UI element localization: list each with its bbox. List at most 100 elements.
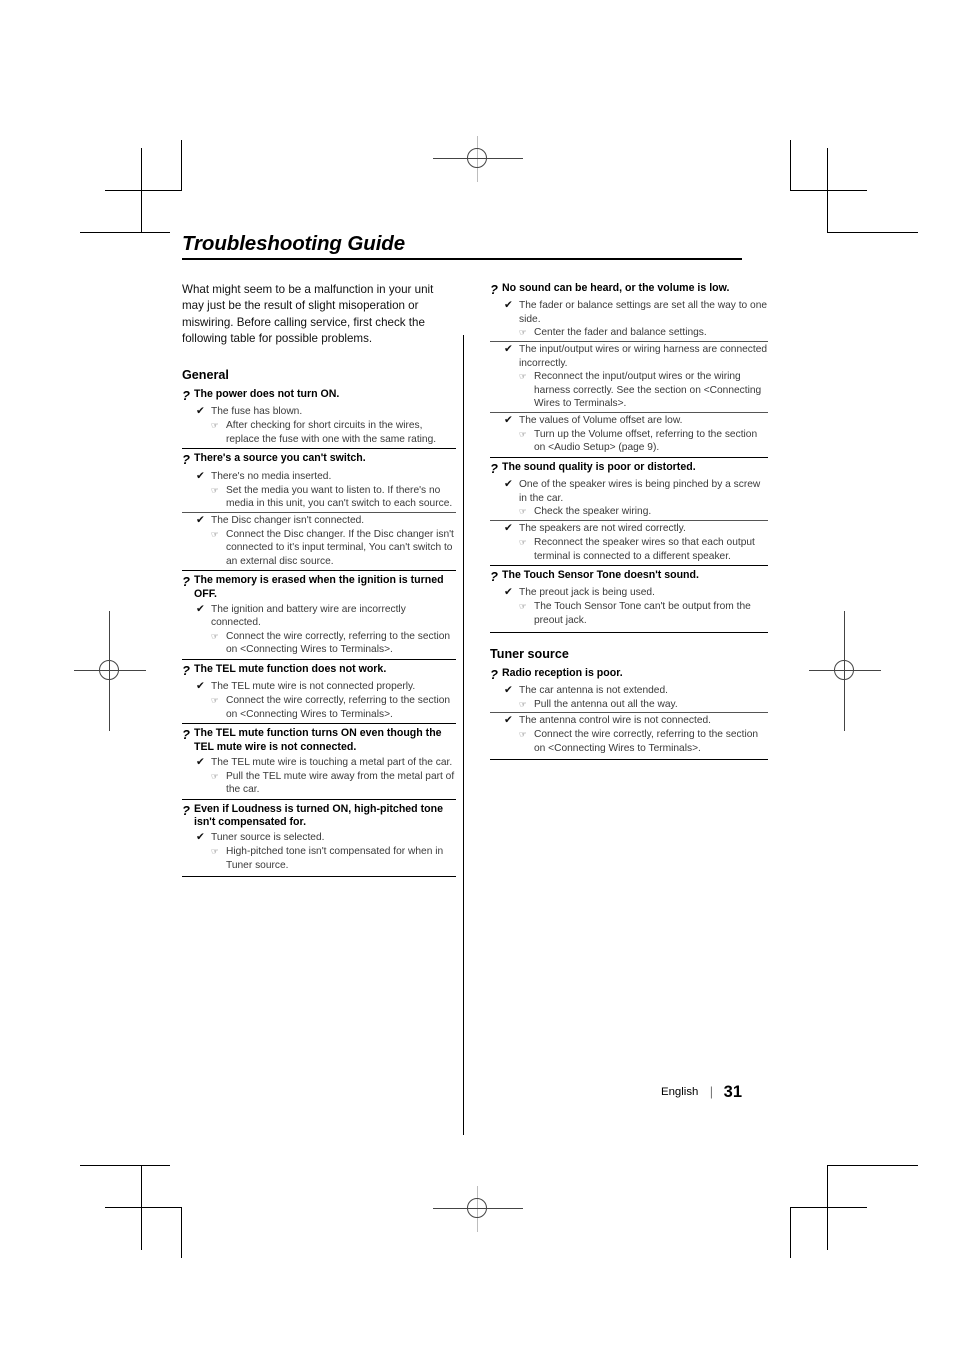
question-text: The TEL mute function does not work. [194, 662, 387, 675]
cause-block: ✔ The TEL mute wire is not connected prop… [182, 679, 456, 721]
question-row: ? The sound quality is poor or distorted. [490, 461, 768, 476]
troubleshooting-entry: ? The memory is erased when the ignition … [182, 570, 456, 657]
left-column: What might seem to be a malfunction in y… [182, 282, 456, 878]
solution-row: ☞ Turn up the Volume offset, referring to… [490, 428, 768, 455]
cause-row: ✔ The speakers are not wired correctly. [490, 522, 768, 536]
cause-row: ✔ There's no media inserted. [182, 470, 456, 484]
solution-text: Connect the wire correctly, referring to… [226, 630, 451, 656]
cause-row: ✔ The fuse has blown. [182, 405, 456, 419]
page-number: 31 [723, 1083, 742, 1101]
question-text: Radio reception is poor. [502, 666, 623, 679]
solution-row: ☞ Connect the wire correctly, referring t… [182, 694, 456, 721]
question-row: ? The TEL mute function does not work. [182, 663, 456, 678]
troubleshooting-entry: ? The TEL mute function does not work. ✔ Th… [182, 658, 456, 721]
checkmark-icon: ✔ [196, 602, 205, 615]
cause-text: The antenna control wire is not connecte… [519, 715, 711, 727]
question-row: ? The memory is erased when the ignition … [182, 574, 456, 600]
checkmark-icon: ✔ [504, 586, 513, 599]
cause-block: ✔ The car antenna is not extended. ☞ Pull t… [490, 683, 768, 712]
cause-text: The ignition and battery wire are incorr… [211, 603, 406, 629]
checkmark-icon: ✔ [504, 343, 513, 356]
solution-text: Connect the wire correctly, referring to… [534, 729, 759, 754]
troubleshooting-entry: ? The power does not turn ON. ✔ The fuse ha… [182, 388, 456, 446]
cause-text: The values of Volume offset are low. [519, 414, 683, 426]
cause-row: ✔ The car antenna is not extended. [490, 684, 768, 698]
troubleshooting-entry: ? The sound quality is poor or distorted.… [490, 456, 768, 563]
solution-text: High-pitched tone isn't compensated for … [226, 846, 444, 871]
solution-row: ☞ Center the fader and balance settings. [490, 326, 768, 340]
question-mark-icon: ? [182, 574, 190, 590]
question-text: The power does not turn ON. [194, 387, 340, 400]
footer-language: English [660, 1086, 699, 1098]
checkmark-icon: ✔ [196, 680, 205, 693]
question-mark-icon: ? [182, 727, 190, 743]
registration-mark-bottom [433, 1186, 523, 1232]
solution-text: Pull the antenna out all the way. [534, 698, 678, 710]
cause-block: ✔ The speakers are not wired correctly. ☞ R… [490, 520, 768, 563]
question-text: Even if Loudness is turned ON, high-pitc… [194, 802, 443, 829]
solution-text: Set the media you want to listen to. If … [226, 484, 453, 510]
pointing-hand-icon: ☞ [211, 484, 219, 495]
cause-row: ✔ The Disc changer isn't connected. [182, 514, 456, 528]
pointing-hand-icon: ☞ [519, 371, 527, 382]
question-row: ? The TEL mute function turns ON even tho… [182, 727, 456, 753]
cause-text: The TEL mute wire is touching a metal pa… [211, 756, 453, 768]
cause-row: ✔ One of the speaker wires is being pinch… [490, 478, 768, 505]
right-column: ? No sound can be heard, or the volume is… [490, 282, 768, 877]
question-mark-icon: ? [490, 282, 498, 297]
solution-text: Connect the Disc changer. If the Disc ch… [226, 528, 454, 567]
solution-row: ☞ Reconnect the input/output wires or the… [490, 370, 768, 411]
solution-row: ☞ Check the speaker wiring. [490, 505, 768, 519]
question-text: There's a source you can't switch. [194, 452, 366, 465]
solution-text: Pull the TEL mute wire away from the met… [226, 770, 455, 796]
pointing-hand-icon: ☞ [211, 420, 219, 431]
cause-text: The fader or balance settings are set al… [519, 300, 768, 325]
solution-text: Center the fader and balance settings. [534, 327, 707, 339]
pointing-hand-icon: ☞ [519, 536, 527, 547]
troubleshooting-entry: ? The TEL mute function turns ON even tho… [182, 723, 456, 797]
solution-row: ☞ Connect the Disc changer. If the Disc c… [182, 528, 456, 569]
troubleshooting-entry: ? There's a source you can't switch. ✔ Ther… [182, 448, 456, 568]
question-text: The sound quality is poor or distorted. [502, 460, 696, 473]
cause-row: ✔ The TEL mute wire is touching a metal p… [182, 756, 456, 770]
question-mark-icon: ? [490, 569, 498, 585]
cause-block: ✔ There's no media inserted. ☞ Set the medi… [182, 469, 456, 511]
checkmark-icon: ✔ [504, 478, 513, 491]
page-title: Troubleshooting Guide [182, 232, 406, 255]
cause-block: ✔ The fader or balance settings are set a… [490, 298, 768, 340]
checkmark-icon: ✔ [504, 714, 513, 727]
registration-mark-left [74, 611, 146, 731]
question-text: The Touch Sensor Tone doesn't sound. [502, 569, 699, 582]
checkmark-icon: ✔ [196, 469, 205, 482]
cause-row: ✔ The fader or balance settings are set a… [490, 299, 768, 326]
solution-row: ☞ Connect the wire correctly, referring t… [490, 728, 768, 755]
solution-text: Connect the wire correctly, referring to… [226, 695, 451, 720]
question-row: ? The Touch Sensor Tone doesn't sound. [490, 569, 768, 584]
solution-text: Reconnect the input/output wires or the … [534, 371, 762, 410]
two-column-body: What might seem to be a malfunction in y… [182, 282, 774, 1135]
cause-block: ✔ The ignition and battery wire are incor… [182, 602, 456, 657]
cause-row: ✔ The preout jack is being used. [490, 586, 768, 600]
section-heading-general: General [182, 367, 229, 382]
question-text: The TEL mute function turns ON even thou… [194, 727, 442, 753]
checkmark-icon: ✔ [504, 299, 513, 312]
pointing-hand-icon: ☞ [211, 528, 219, 539]
pointing-hand-icon: ☞ [211, 695, 219, 706]
page-footer: English | 31 [182, 1083, 742, 1102]
pointing-hand-icon: ☞ [519, 698, 527, 709]
question-mark-icon: ? [490, 460, 498, 476]
cause-row: ✔ Tuner source is selected. [182, 831, 456, 845]
solution-text: Reconnect the speaker wires so that each… [534, 536, 755, 562]
question-row: ? There's a source you can't switch. [182, 452, 456, 467]
cause-block: ✔ The input/output wires or wiring harnes… [490, 341, 768, 411]
cause-text: The Disc changer isn't connected. [211, 514, 365, 526]
cause-block: ✔ One of the speaker wires is being pinch… [490, 477, 768, 519]
question-row: ? Radio reception is poor. [490, 667, 768, 682]
cause-text: The preout jack is being used. [519, 587, 655, 599]
cause-text: The speakers are not wired correctly. [519, 523, 686, 535]
pointing-hand-icon: ☞ [519, 428, 527, 439]
section-heading-tuner-source: Tuner source [490, 646, 569, 661]
cause-row: ✔ The TEL mute wire is not connected prop… [182, 680, 456, 694]
cause-row: ✔ The antenna control wire is not connect… [490, 714, 768, 728]
cause-block: ✔ The TEL mute wire is touching a metal p… [182, 755, 456, 797]
